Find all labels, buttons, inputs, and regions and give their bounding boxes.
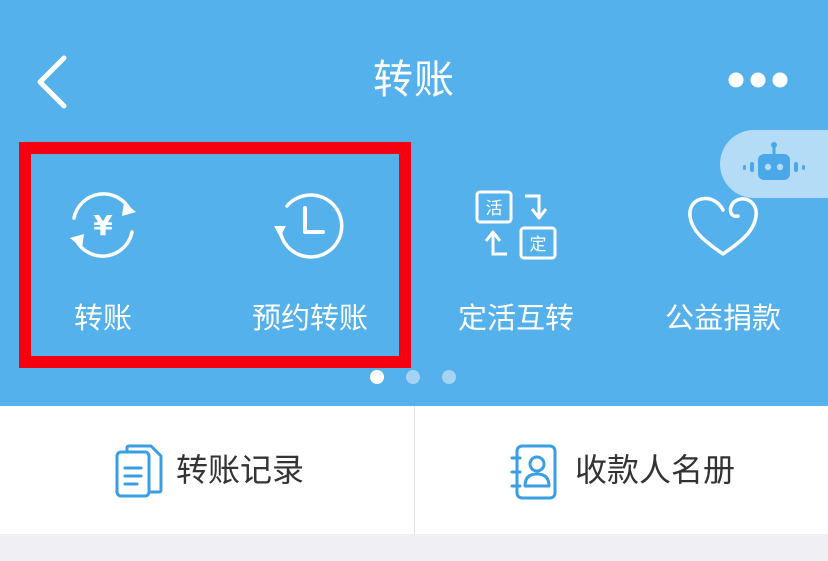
svg-text:活: 活	[486, 199, 503, 219]
yuan-transfer-icon: ¥	[70, 192, 136, 258]
svg-text:定: 定	[530, 235, 547, 255]
transfer-records-label: 转账记录	[176, 451, 305, 489]
page-background-strip	[0, 534, 828, 561]
current-fixed-swap-icon: 活 定	[475, 190, 557, 260]
transfer-records-link[interactable]: 转账记录	[0, 406, 414, 534]
payee-list-label: 收款人名册	[575, 451, 736, 489]
pager-dot[interactable]	[406, 370, 420, 384]
func-transfer[interactable]: ¥ 转账	[3, 180, 203, 350]
func-scheduled-transfer-label: 预约转账	[251, 301, 368, 335]
page-title: 转账	[373, 57, 455, 103]
func-current-fixed-swap[interactable]: 活 定 定活互转	[416, 180, 616, 350]
func-charity-donation[interactable]: 公益捐款	[623, 180, 823, 350]
pager-dot[interactable]	[370, 370, 384, 384]
payee-list-link[interactable]: 收款人名册	[415, 406, 828, 534]
heart-icon	[688, 196, 758, 256]
more-dots-icon	[728, 72, 788, 88]
bottom-links-bar: 转账记录 收款人名册	[0, 406, 828, 534]
document-records-icon	[115, 444, 163, 498]
pager-dot[interactable]	[442, 370, 456, 384]
pager-dots	[370, 370, 460, 386]
clock-schedule-icon	[274, 193, 344, 259]
func-transfer-label: 转账	[73, 301, 132, 335]
more-button[interactable]	[722, 58, 794, 102]
func-scheduled-transfer[interactable]: 预约转账	[210, 180, 410, 350]
func-current-fixed-swap-label: 定活互转	[457, 301, 574, 335]
func-charity-donation-label: 公益捐款	[664, 301, 781, 335]
svg-text:¥: ¥	[93, 209, 113, 242]
header-panel: 转账 ¥ 转账 预约转账 活 定 定活互转 公益捐款	[0, 0, 828, 406]
contact-book-icon	[510, 444, 557, 500]
